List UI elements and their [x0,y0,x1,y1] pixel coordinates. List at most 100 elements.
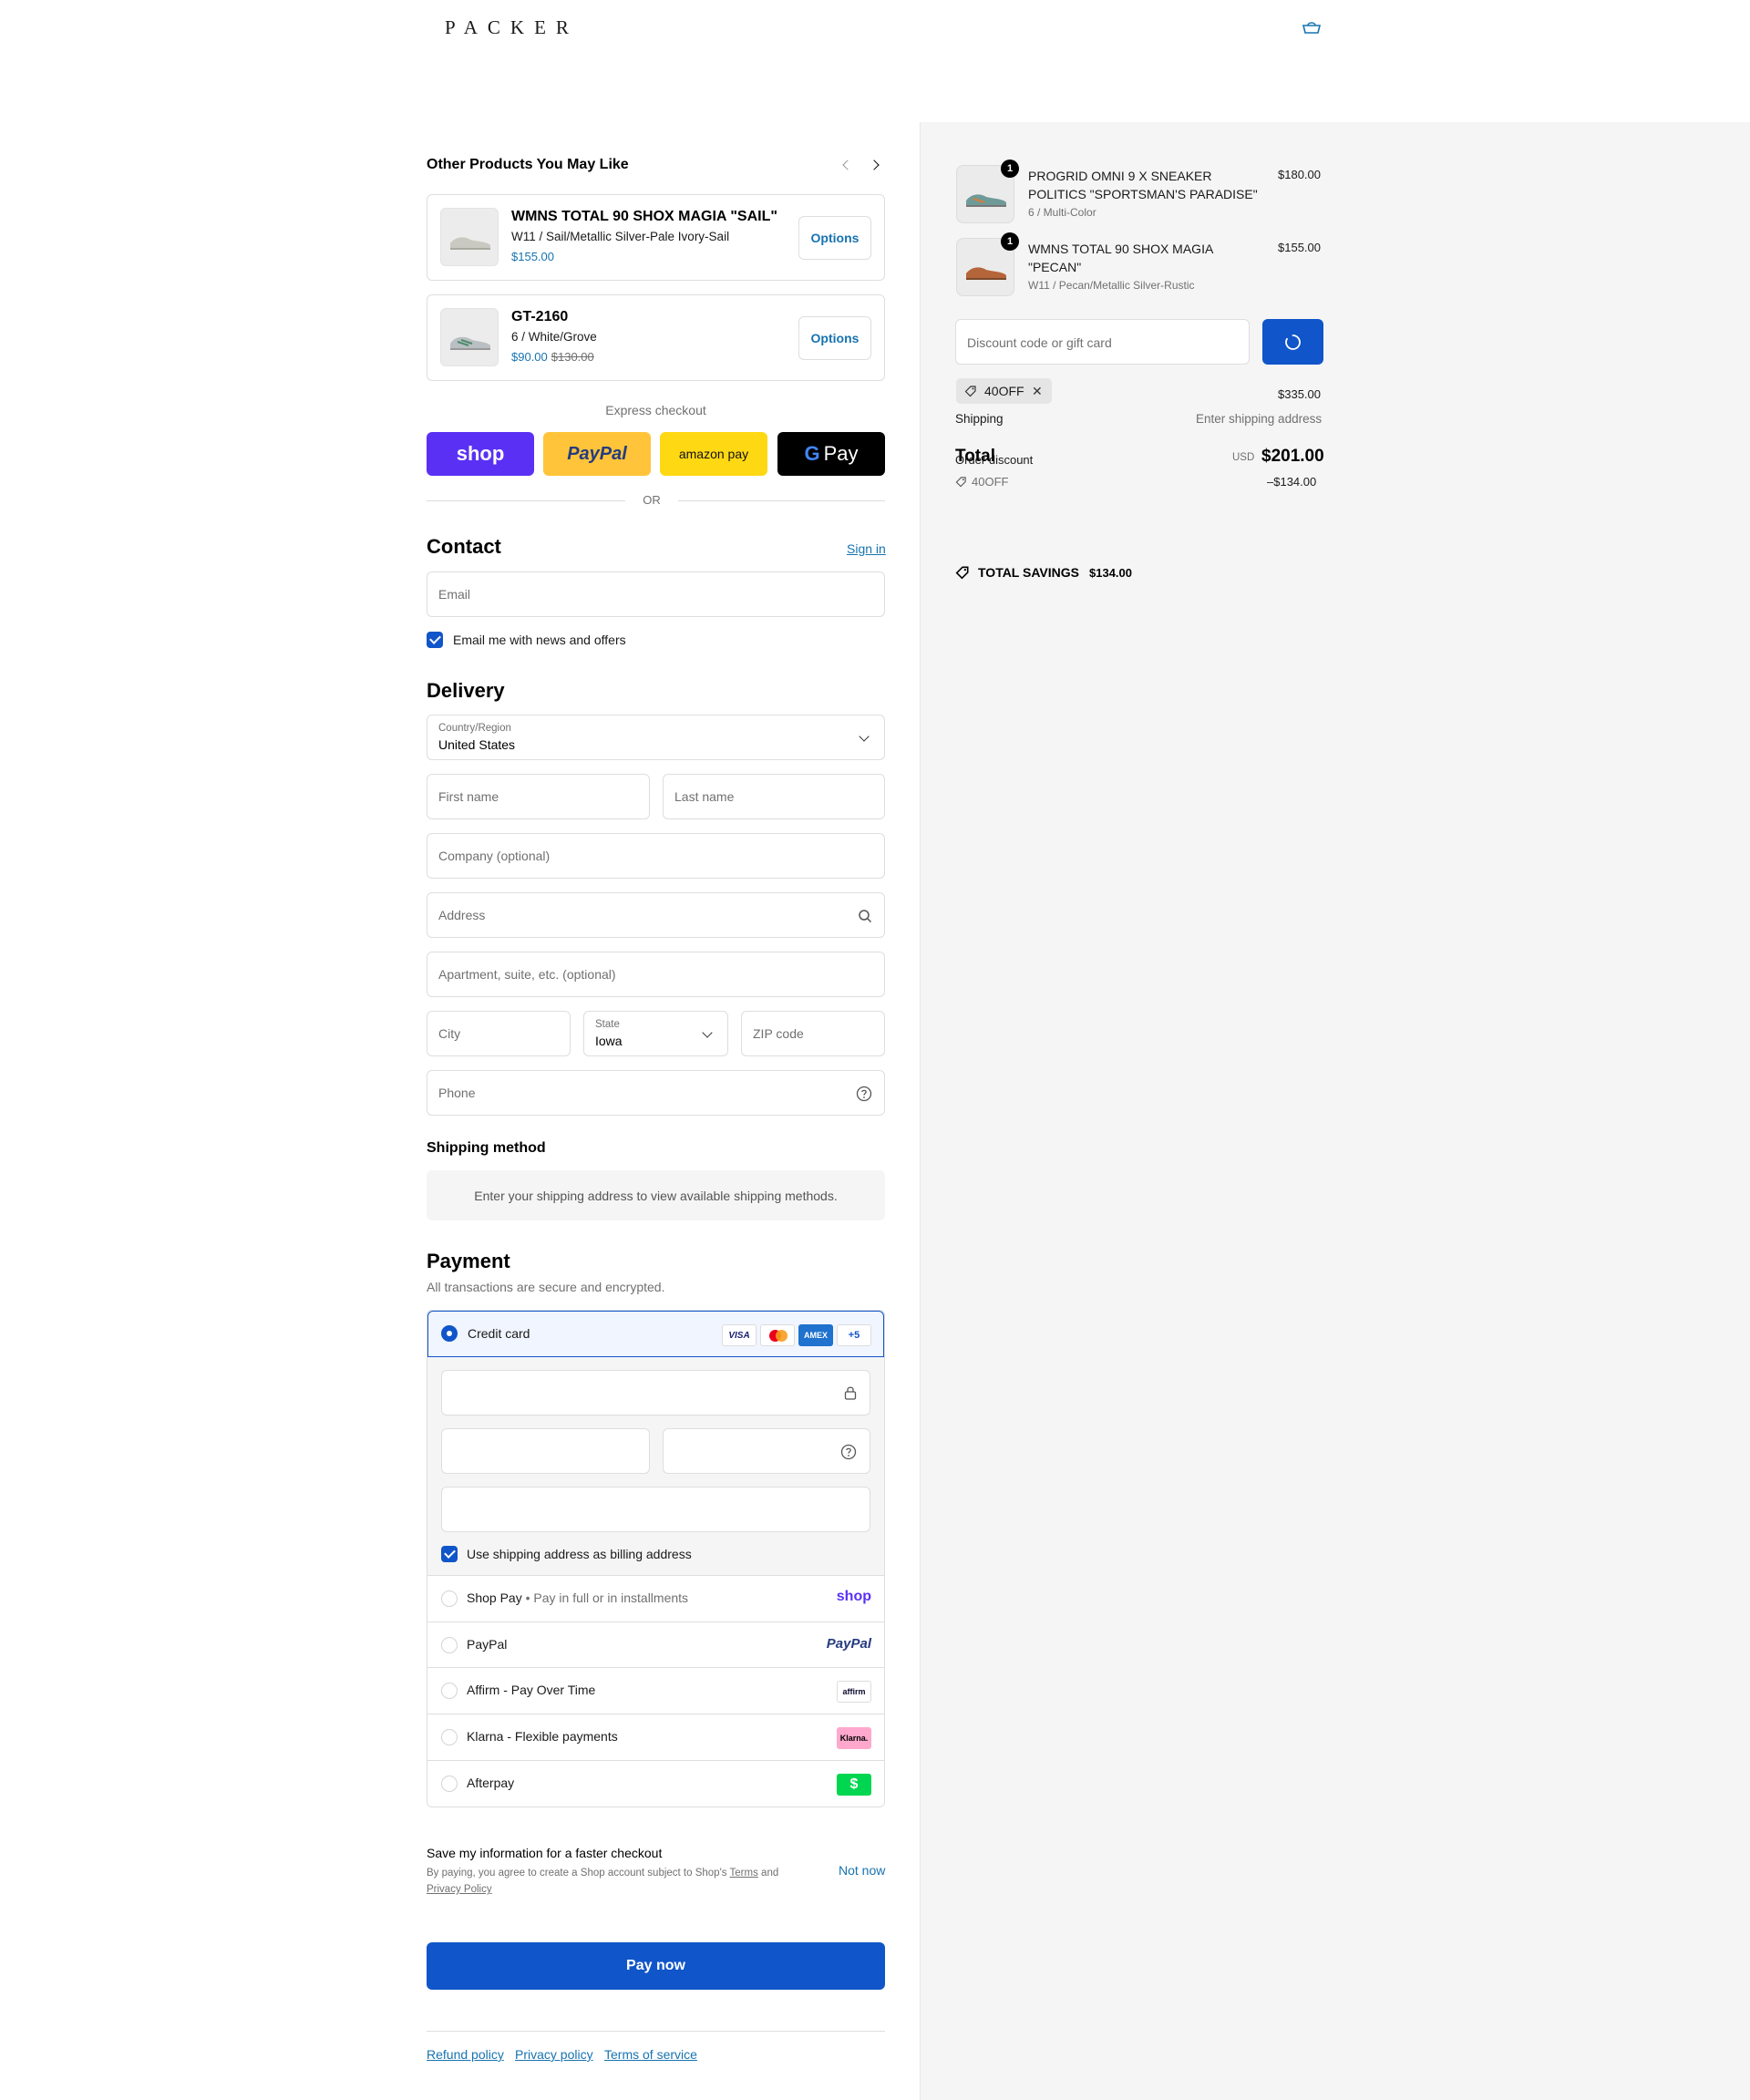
discount-code-field[interactable]: Discount code or gift card [955,319,1250,365]
upsell-product-card: WMNS TOTAL 90 SHOX MAGIA "SAIL" W11 / Sa… [427,194,885,281]
mastercard-icon [760,1324,795,1346]
shop-pay-button[interactable]: shop [427,432,534,476]
first-name-field[interactable]: First name [427,774,650,819]
bag-icon[interactable] [1302,20,1322,35]
applied-discount-tag: 40OFF ✕ [956,378,1052,404]
save-info-terms: By paying, you agree to create a Shop ac… [427,1868,779,1895]
payment-methods: Credit card VISA AMEX +5 Use shipping ad… [427,1310,885,1807]
cash-app-logo-icon: $ [837,1774,871,1796]
zip-field[interactable]: ZIP code [741,1011,885,1056]
city-field[interactable]: City [427,1011,571,1056]
save-info-title: Save my information for a faster checkou… [427,1846,663,1860]
options-button[interactable]: Options [798,316,871,360]
billing-same-label: Use shipping address as billing address [467,1547,692,1561]
amazon-pay-button[interactable]: amazon pay [660,432,767,476]
currency-label: USD [1232,452,1255,463]
radio[interactable] [441,1590,458,1607]
radio[interactable] [441,1729,458,1745]
options-button[interactable]: Options [798,216,871,260]
klarna-option[interactable]: Klarna - Flexible payments Klarna. [427,1714,884,1760]
email-field[interactable]: Email [427,571,885,617]
affirm-option[interactable]: Affirm - Pay Over Time affirm [427,1667,884,1714]
google-pay-button[interactable]: G Pay [777,432,885,476]
chevron-down-icon [859,731,870,742]
store-logo[interactable]: PACKER [445,16,579,39]
prev-arrow-icon[interactable] [840,159,853,171]
product-name: GT-2160 [511,309,569,324]
radio[interactable] [441,1776,458,1792]
divider [678,500,885,501]
paypal-button[interactable]: PayPal [543,432,651,476]
amex-icon: AMEX [798,1324,833,1346]
card-form: Use shipping address as billing address [427,1357,884,1575]
last-name-field[interactable]: Last name [663,774,885,819]
shipping-method-notice: Enter your shipping address to view avai… [427,1170,885,1220]
afterpay-option[interactable]: Afterpay $ [427,1760,884,1807]
name-on-card-field[interactable] [441,1487,870,1532]
terms-link[interactable]: Terms [730,1868,758,1879]
compare-price: $130.00 [551,350,594,364]
divider [427,500,625,501]
divider [427,2031,885,2032]
refund-policy-link[interactable]: Refund policy [427,2047,504,2062]
visa-icon: VISA [722,1324,757,1346]
total-savings-label: TOTAL SAVINGS [978,565,1079,580]
tag-icon [955,477,966,488]
klarna-logo-icon: Klarna. [837,1727,871,1749]
shop-pay-option[interactable]: Shop Pay • Pay in full or in installment… [427,1575,884,1621]
order-discount-label: Order discount [955,453,1034,467]
credit-card-option[interactable]: Credit card VISA AMEX +5 [427,1311,884,1357]
credit-card-label: Credit card [468,1326,530,1341]
privacy-policy-link[interactable]: Privacy Policy [427,1884,492,1895]
express-checkout-label: Express checkout [605,403,706,417]
payment-subtitle: All transactions are secure and encrypte… [427,1280,665,1294]
line-item-price: $155.00 [1278,241,1321,254]
address-field[interactable]: Address [427,892,885,938]
help-icon[interactable] [840,1444,857,1460]
more-cards-badge: +5 [837,1324,871,1346]
paypal-logo-icon: PayPal [826,1636,871,1652]
sign-in-link[interactable]: Sign in [847,541,886,556]
discount-value: –$134.00 [1267,475,1317,489]
line-item-variant: W11 / Pecan/Metallic Silver-Rustic [1028,279,1195,292]
state-select[interactable]: State Iowa [583,1011,728,1056]
tag-icon [964,386,976,397]
remove-discount-icon[interactable]: ✕ [1032,384,1043,399]
next-arrow-icon[interactable] [869,159,882,171]
quantity-badge: 1 [1001,232,1019,251]
newsletter-label: Email me with news and offers [453,633,626,647]
paypal-option[interactable]: PayPal PayPal [427,1621,884,1668]
total-savings-value: $134.00 [1089,566,1132,580]
or-label: OR [643,493,661,507]
card-number-field[interactable] [441,1370,870,1415]
pay-now-button[interactable]: Pay now [427,1942,885,1990]
help-icon[interactable] [856,1086,872,1102]
phone-field[interactable]: Phone [427,1070,885,1116]
not-now-button[interactable]: Not now [839,1863,885,1878]
country-select[interactable]: Country/Region United States [427,715,885,760]
billing-same-checkbox[interactable] [441,1546,458,1562]
radio[interactable] [441,1637,458,1653]
company-field[interactable]: Company (optional) [427,833,885,879]
product-image [440,308,499,366]
terms-of-service-link[interactable]: Terms of service [604,2047,697,2062]
contact-title: Contact [427,535,501,558]
payment-title: Payment [427,1250,510,1272]
product-variant: 6 / White/Grove [511,330,597,344]
radio[interactable] [441,1683,458,1699]
newsletter-checkbox[interactable] [427,632,443,648]
privacy-policy-footer-link[interactable]: Privacy policy [515,2047,593,2062]
discount-code-summary: 40OFF [972,475,1009,489]
security-code-field[interactable] [663,1428,870,1474]
spinner-icon [1285,335,1301,350]
header: PACKER [0,0,1750,122]
google-g-icon: G [804,442,820,465]
line-item-price: $180.00 [1278,168,1321,181]
expiration-field[interactable] [441,1428,650,1474]
shipping-method-title: Shipping method [427,1140,546,1156]
line-item-name: WMNS TOTAL 90 SHOX MAGIA "PECAN" [1028,242,1213,274]
radio-selected[interactable] [441,1325,458,1342]
apartment-field[interactable]: Apartment, suite, etc. (optional) [427,952,885,997]
chevron-down-icon [702,1027,713,1038]
apply-discount-button[interactable] [1262,319,1323,365]
